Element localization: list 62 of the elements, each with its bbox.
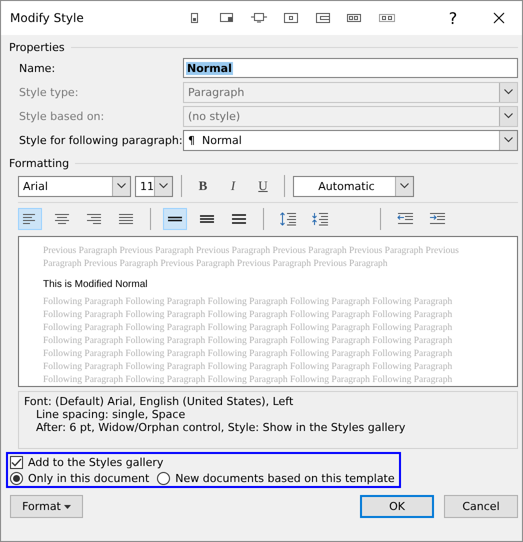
- preview-text: Following Paragraph Following Paragraph Following Paragraph Following Paragraph Following Paragraph: [43, 296, 454, 309]
- preview-text: Following Paragraph Following Paragraph Following Paragraph Following Paragraph Following Paragraph: [43, 361, 454, 374]
- section-heading: Properties: [9, 40, 65, 54]
- chevron-down-icon: [504, 137, 513, 143]
- scope-radio[interactable]: Only in this document: [10, 472, 150, 485]
- chevron-down-icon: [159, 183, 168, 189]
- dual-panel-icon[interactable]: [346, 12, 364, 24]
- preview-text: Following Paragraph Following Paragraph Following Paragraph Following Paragraph Following Paragraph: [43, 335, 454, 348]
- field-label: Style based on:: [19, 110, 106, 122]
- field-label: Style for following paragraph:: [19, 134, 183, 146]
- font-color-dropdown[interactable]: Automatic: [293, 176, 414, 196]
- line-spacing-icon: [230, 212, 248, 226]
- preview-text: Following Paragraph Following Paragraph Following Paragraph Following Paragraph Following Paragraph: [43, 374, 454, 386]
- chevron-down-icon: [504, 113, 513, 119]
- line-spacing-button[interactable]: [163, 208, 187, 230]
- panel-icon[interactable]: [314, 12, 332, 24]
- caret-icon: [64, 504, 71, 508]
- chevron-down-icon: [400, 183, 409, 189]
- screen-icon[interactable]: [282, 12, 300, 24]
- preview-text: Following Paragraph Following Paragraph Following Paragraph Following Paragraph Following Paragraph: [43, 348, 454, 361]
- font-size-dropdown[interactable]: 11: [135, 176, 173, 196]
- align-button[interactable]: [18, 208, 42, 230]
- sample-text: This is Modified Normal: [43, 279, 148, 290]
- window-icon[interactable]: [218, 12, 236, 24]
- preview-text: Previous Paragraph Previous Paragraph Previous Paragraph Previous Paragraph Previous Paragraph Previous Paragraph Previous Paragraph Previous Paragraph Previous Paragraph Previous Paragraph: [43, 245, 460, 271]
- bold-button[interactable]: B: [190, 175, 216, 197]
- triple-panel-icon[interactable]: [378, 12, 396, 24]
- help-button[interactable]: ?: [430, 1, 476, 35]
- chevron-down-icon: [504, 89, 513, 95]
- checkbox[interactable]: [10, 456, 23, 469]
- scope-radio[interactable]: New documents based on this template: [157, 472, 395, 485]
- font-dropdown[interactable]: Arial: [18, 176, 131, 196]
- radio-button[interactable]: [157, 472, 170, 485]
- field-label: Style type:: [19, 86, 80, 98]
- description-text: Line spacing: single, Space: [35, 408, 186, 421]
- radio-button[interactable]: [10, 472, 23, 485]
- italic-button[interactable]: I: [220, 175, 246, 197]
- align-justify-icon: [117, 212, 135, 226]
- ok-button[interactable]: OK: [360, 495, 434, 518]
- description-text: After: 6 pt, Widow/Orphan control, Style: Show in the Styles gallery: [35, 421, 406, 434]
- underline-button[interactable]: U: [250, 175, 276, 197]
- paragraph-spacing-icon: [279, 212, 297, 226]
- indent-decrease-icon: [396, 212, 414, 226]
- close-icon: [493, 12, 505, 24]
- indent-increase-icon: [428, 212, 446, 226]
- cancel-button[interactable]: Cancel: [444, 495, 518, 518]
- field-label: Name:: [19, 62, 56, 74]
- chevron-down-icon: [117, 183, 126, 189]
- format-button[interactable]: Format: [10, 495, 83, 518]
- check-icon: [11, 458, 22, 467]
- align-center-icon: [53, 212, 71, 226]
- window-title: Modify Style: [10, 11, 85, 25]
- name-field[interactable]: Normal: [183, 58, 518, 78]
- paragraph-spacing-icon: [311, 212, 329, 226]
- device-icon[interactable]: [250, 12, 268, 24]
- description-text: Font: (Default) Arial, English (United States), Left: [24, 395, 294, 408]
- dropdown-field[interactable]: ¶ Normal: [183, 130, 518, 150]
- gallery-checkbox[interactable]: Add to the Styles gallery: [10, 456, 397, 469]
- preview-text: Following Paragraph Following Paragraph Following Paragraph Following Paragraph Following Paragraph: [43, 322, 454, 335]
- section-heading: Formatting: [9, 156, 70, 170]
- preview-text: Following Paragraph Following Paragraph Following Paragraph Following Paragraph Following Paragraph: [43, 309, 454, 322]
- align-right-icon: [85, 212, 103, 226]
